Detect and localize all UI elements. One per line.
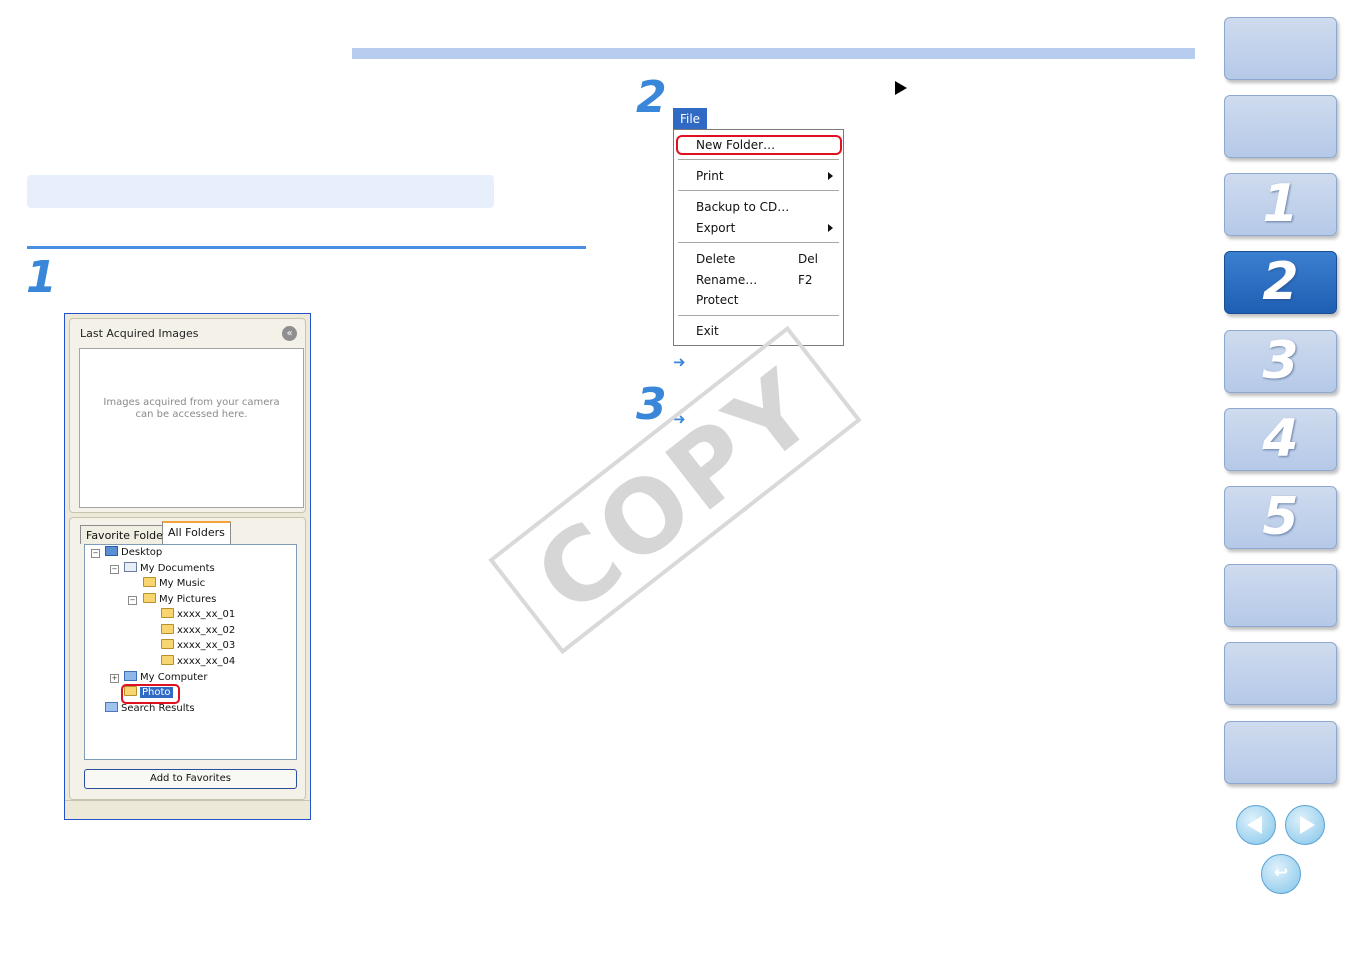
- acquired-images-placeholder: Images acquired from your camera can be …: [90, 397, 293, 421]
- placeholder-line-1: Images acquired from your camera: [103, 397, 280, 408]
- tree-label: My Pictures: [159, 594, 217, 605]
- tree-item-my-computer[interactable]: My Computer: [124, 671, 207, 685]
- chapter-number: 4: [1262, 409, 1299, 469]
- last-acquired-title: Last Acquired Images: [80, 327, 199, 340]
- menu-separator: [678, 159, 839, 160]
- tree-item-search-results[interactable]: Search Results: [105, 702, 195, 716]
- folder-icon: [161, 639, 174, 649]
- shortcut-rename: F2: [798, 273, 813, 287]
- folder-icon: [161, 655, 174, 665]
- right-arrow-icon: [1300, 816, 1315, 834]
- add-to-favorites-button[interactable]: Add to Favorites: [84, 769, 297, 789]
- submenu-arrow-icon: [828, 224, 833, 232]
- placeholder-line-2: can be accessed here.: [135, 409, 248, 420]
- status-bar: [65, 800, 310, 819]
- desktop-icon: [105, 546, 118, 556]
- next-page-button[interactable]: [1285, 805, 1325, 845]
- return-button[interactable]: ↩: [1261, 854, 1301, 894]
- tree-item-desktop[interactable]: Desktop: [105, 546, 162, 560]
- expand-toggle[interactable]: +: [110, 674, 119, 683]
- menu-separator: [678, 190, 839, 191]
- nav-tab-chapter-3[interactable]: 3: [1224, 330, 1337, 393]
- tree-item-folder[interactable]: xxxx_xx_01: [161, 608, 235, 622]
- nav-tab-chapter-4[interactable]: 4: [1224, 408, 1337, 471]
- return-icon: ↩: [1273, 863, 1289, 883]
- pictures-folder-icon: [143, 593, 156, 603]
- menu-item-backup[interactable]: Backup to CD…: [696, 199, 789, 215]
- documents-icon: [124, 562, 137, 572]
- tree-label: My Documents: [140, 563, 215, 574]
- menu-item-rename[interactable]: Rename…: [696, 272, 757, 288]
- chapter-number: 2: [1262, 252, 1299, 312]
- tree-label: xxxx_xx_01: [177, 609, 236, 620]
- menu-file[interactable]: File: [673, 108, 707, 130]
- browser-panel-screenshot: Last Acquired Images « Images acquired f…: [64, 313, 311, 820]
- new-folder-highlight-outline: [676, 135, 842, 155]
- menu-separator: [678, 315, 839, 316]
- tree-item-my-pictures[interactable]: My Pictures: [143, 593, 216, 607]
- previous-page-button[interactable]: [1236, 805, 1276, 845]
- folder-icon: [143, 577, 156, 587]
- section-rule: [27, 246, 586, 249]
- copy-watermark: COPY: [488, 325, 862, 655]
- tree-label: My Music: [159, 578, 206, 589]
- result-arrow-icon: ➜: [673, 353, 686, 371]
- folder-icon: [161, 624, 174, 634]
- tree-item-my-music[interactable]: My Music: [143, 577, 205, 591]
- submenu-arrow-icon: [828, 172, 833, 180]
- nav-tab-extra[interactable]: [1224, 721, 1337, 784]
- tree-label: My Computer: [140, 672, 208, 683]
- nav-tab-reference[interactable]: [1224, 564, 1337, 627]
- acquired-images-area: Images acquired from your camera can be …: [79, 348, 304, 508]
- nav-tab-chapter-5[interactable]: 5: [1224, 486, 1337, 549]
- collapse-toggle[interactable]: −: [91, 549, 100, 558]
- folder-tree: − Desktop − My Documents My Music − My P…: [84, 544, 297, 760]
- folder-icon: [161, 608, 174, 618]
- menu-item-delete[interactable]: Delete: [696, 251, 735, 267]
- step-number-2: 2: [636, 72, 667, 123]
- photo-highlight-outline: [121, 684, 180, 704]
- collapse-toggle[interactable]: −: [128, 596, 137, 605]
- tree-label: Desktop: [121, 547, 163, 558]
- tree-item-folder[interactable]: xxxx_xx_02: [161, 624, 235, 638]
- collapse-toggle[interactable]: −: [110, 565, 119, 574]
- collapse-icon[interactable]: «: [282, 326, 297, 341]
- step-number-1: 1: [26, 252, 57, 303]
- tree-item-my-documents[interactable]: My Documents: [124, 562, 215, 576]
- tab-all-folders[interactable]: All Folders: [162, 521, 231, 544]
- menu-item-exit[interactable]: Exit: [696, 323, 719, 339]
- computer-icon: [124, 671, 137, 681]
- menu-item-export[interactable]: Export: [696, 220, 735, 236]
- nav-tab-index[interactable]: [1224, 642, 1337, 705]
- nav-tab-introduction[interactable]: [1224, 95, 1337, 158]
- folder-pane: Favorite Folders All Folders − Desktop −…: [69, 517, 306, 800]
- nav-tab-chapter-2[interactable]: 2: [1224, 251, 1337, 314]
- search-results-icon: [105, 702, 118, 712]
- left-arrow-icon: [1247, 816, 1262, 834]
- step-number-3: 3: [636, 379, 667, 430]
- nav-tab-contents[interactable]: [1224, 17, 1337, 80]
- tree-label: xxxx_xx_03: [177, 640, 236, 651]
- header-band: [352, 48, 1195, 59]
- last-acquired-pane: Last Acquired Images « Images acquired f…: [69, 318, 306, 513]
- menu-separator: [678, 242, 839, 243]
- file-menu-dropdown: New Folder… Print Backup to CD… Export D…: [673, 129, 844, 346]
- chapter-number: 5: [1262, 487, 1299, 547]
- tree-label: Search Results: [121, 703, 195, 714]
- nav-tab-chapter-1[interactable]: 1: [1224, 173, 1337, 236]
- chapter-number: 1: [1262, 174, 1299, 234]
- tree-label: xxxx_xx_02: [177, 625, 236, 636]
- shortcut-delete: Del: [798, 252, 818, 266]
- chapter-number: 3: [1262, 331, 1299, 391]
- menu-item-protect[interactable]: Protect: [696, 292, 738, 308]
- tree-item-folder[interactable]: xxxx_xx_04: [161, 655, 235, 669]
- callout-box: [27, 175, 494, 208]
- menu-item-print[interactable]: Print: [696, 168, 724, 184]
- tree-label: xxxx_xx_04: [177, 656, 236, 667]
- tree-item-folder[interactable]: xxxx_xx_03: [161, 639, 235, 653]
- play-arrow-icon: [895, 81, 907, 95]
